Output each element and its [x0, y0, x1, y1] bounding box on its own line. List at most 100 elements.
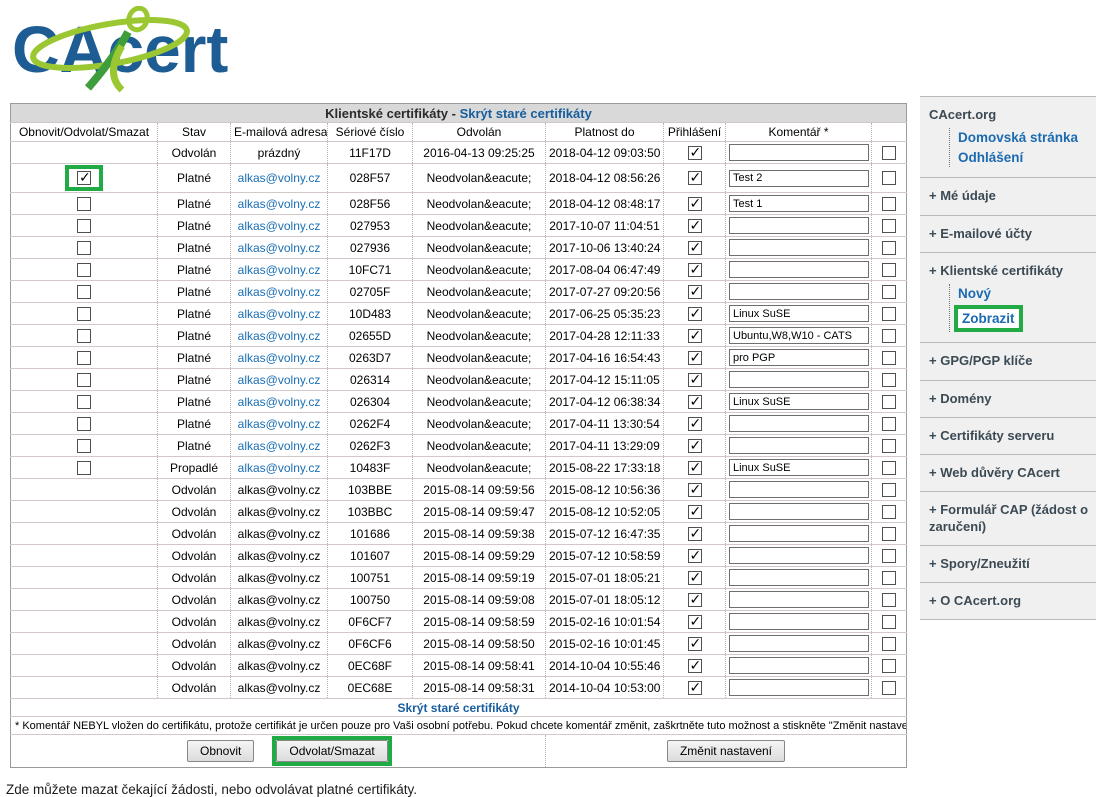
sidebar-section-label[interactable]: CAcert.org [929, 107, 1090, 123]
sidebar-section-label[interactable]: + E-mailové účty [929, 226, 1090, 242]
email-link[interactable]: alkas@volny.cz [238, 395, 321, 409]
email-link[interactable]: alkas@volny.cz [238, 307, 321, 321]
comment-input[interactable] [729, 679, 869, 696]
comment-flag-checkbox[interactable] [882, 241, 896, 255]
login-checkbox[interactable] [688, 593, 702, 607]
comment-input[interactable] [729, 613, 869, 630]
renew-revoke-checkbox[interactable] [77, 197, 91, 211]
renew-revoke-checkbox[interactable] [77, 285, 91, 299]
comment-flag-checkbox[interactable] [882, 171, 896, 185]
comment-flag-checkbox[interactable] [882, 197, 896, 211]
login-checkbox[interactable] [688, 241, 702, 255]
comment-flag-checkbox[interactable] [882, 483, 896, 497]
renew-revoke-checkbox[interactable] [77, 417, 91, 431]
renew-revoke-checkbox[interactable] [77, 351, 91, 365]
sidebar-link-nov-[interactable]: Nový [958, 284, 1090, 304]
comment-flag-checkbox[interactable] [882, 219, 896, 233]
comment-flag-checkbox[interactable] [882, 417, 896, 431]
comment-input[interactable] [729, 437, 869, 454]
sidebar-section-label[interactable]: + Domény [929, 391, 1090, 407]
comment-flag-checkbox[interactable] [882, 395, 896, 409]
renew-revoke-checkbox[interactable] [77, 263, 91, 277]
login-checkbox[interactable] [688, 527, 702, 541]
login-checkbox[interactable] [688, 615, 702, 629]
comment-input[interactable] [729, 657, 869, 674]
comment-input[interactable] [729, 305, 869, 322]
comment-input[interactable] [729, 569, 869, 586]
login-checkbox[interactable] [688, 483, 702, 497]
comment-flag-checkbox[interactable] [882, 307, 896, 321]
comment-input[interactable] [729, 239, 869, 256]
comment-input[interactable] [729, 393, 869, 410]
comment-input[interactable] [729, 415, 869, 432]
comment-flag-checkbox[interactable] [882, 439, 896, 453]
renew-revoke-checkbox[interactable] [77, 329, 91, 343]
login-checkbox[interactable] [688, 659, 702, 673]
email-link[interactable]: alkas@volny.cz [238, 329, 321, 343]
comment-flag-checkbox[interactable] [882, 373, 896, 387]
email-link[interactable]: alkas@volny.cz [238, 219, 321, 233]
comment-flag-checkbox[interactable] [882, 593, 896, 607]
comment-flag-checkbox[interactable] [882, 615, 896, 629]
comment-input[interactable] [729, 217, 869, 234]
renew-revoke-checkbox[interactable] [77, 307, 91, 321]
comment-input[interactable] [729, 371, 869, 388]
login-checkbox[interactable] [688, 285, 702, 299]
sidebar-section-label[interactable]: + Certifikáty serveru [929, 428, 1090, 444]
hide-old-certs-link-top[interactable]: Skrýt staré certifikáty [460, 106, 592, 121]
email-link[interactable]: alkas@volny.cz [238, 439, 321, 453]
email-link[interactable]: alkas@volny.cz [238, 263, 321, 277]
login-checkbox[interactable] [688, 549, 702, 563]
login-checkbox[interactable] [688, 219, 702, 233]
email-link[interactable]: alkas@volny.cz [238, 171, 321, 185]
sidebar-section-label[interactable]: + Formulář CAP (žádost o zaručení) [929, 502, 1090, 535]
sidebar-section-label[interactable]: + Web důvěry CAcert [929, 465, 1090, 481]
login-checkbox[interactable] [688, 571, 702, 585]
login-checkbox[interactable] [688, 439, 702, 453]
renew-revoke-checkbox[interactable] [77, 395, 91, 409]
renew-revoke-checkbox[interactable] [77, 219, 91, 233]
login-checkbox[interactable] [688, 373, 702, 387]
email-link[interactable]: alkas@volny.cz [238, 351, 321, 365]
comment-flag-checkbox[interactable] [882, 527, 896, 541]
comment-input[interactable] [729, 635, 869, 652]
login-checkbox[interactable] [688, 263, 702, 277]
comment-input[interactable] [729, 283, 869, 300]
comment-input[interactable] [729, 144, 869, 161]
login-checkbox[interactable] [688, 461, 702, 475]
email-link[interactable]: alkas@volny.cz [238, 461, 321, 475]
renew-button[interactable]: Obnovit [187, 740, 254, 762]
hide-old-certs-link-bottom[interactable]: Skrýt staré certifikáty [397, 701, 519, 715]
comment-flag-checkbox[interactable] [882, 571, 896, 585]
sidebar-section-label[interactable]: + Mé údaje [929, 188, 1090, 204]
login-checkbox[interactable] [688, 329, 702, 343]
login-checkbox[interactable] [688, 637, 702, 651]
email-link[interactable]: alkas@volny.cz [238, 417, 321, 431]
comment-flag-checkbox[interactable] [882, 549, 896, 563]
renew-revoke-checkbox[interactable] [77, 171, 91, 185]
sidebar-section-label[interactable]: + Spory/Zneužití [929, 556, 1090, 572]
login-checkbox[interactable] [688, 395, 702, 409]
comment-flag-checkbox[interactable] [882, 681, 896, 695]
comment-input[interactable] [729, 591, 869, 608]
revoke-delete-button[interactable]: Odvolat/Smazat [276, 740, 387, 762]
renew-revoke-checkbox[interactable] [77, 373, 91, 387]
comment-input[interactable] [729, 170, 869, 187]
sidebar-link-odhl-en-[interactable]: Odhlášení [958, 148, 1090, 168]
login-checkbox[interactable] [688, 146, 702, 160]
comment-flag-checkbox[interactable] [882, 351, 896, 365]
comment-flag-checkbox[interactable] [882, 263, 896, 277]
comment-flag-checkbox[interactable] [882, 505, 896, 519]
renew-revoke-checkbox[interactable] [77, 241, 91, 255]
comment-input[interactable] [729, 459, 869, 476]
comment-flag-checkbox[interactable] [882, 637, 896, 651]
comment-flag-checkbox[interactable] [882, 329, 896, 343]
change-settings-button[interactable]: Změnit nastavení [667, 740, 785, 762]
comment-flag-checkbox[interactable] [882, 461, 896, 475]
comment-input[interactable] [729, 481, 869, 498]
email-link[interactable]: alkas@volny.cz [238, 241, 321, 255]
sidebar-section-label[interactable]: + Klientské certifikáty [929, 263, 1090, 279]
login-checkbox[interactable] [688, 681, 702, 695]
comment-input[interactable] [729, 547, 869, 564]
comment-input[interactable] [729, 525, 869, 542]
